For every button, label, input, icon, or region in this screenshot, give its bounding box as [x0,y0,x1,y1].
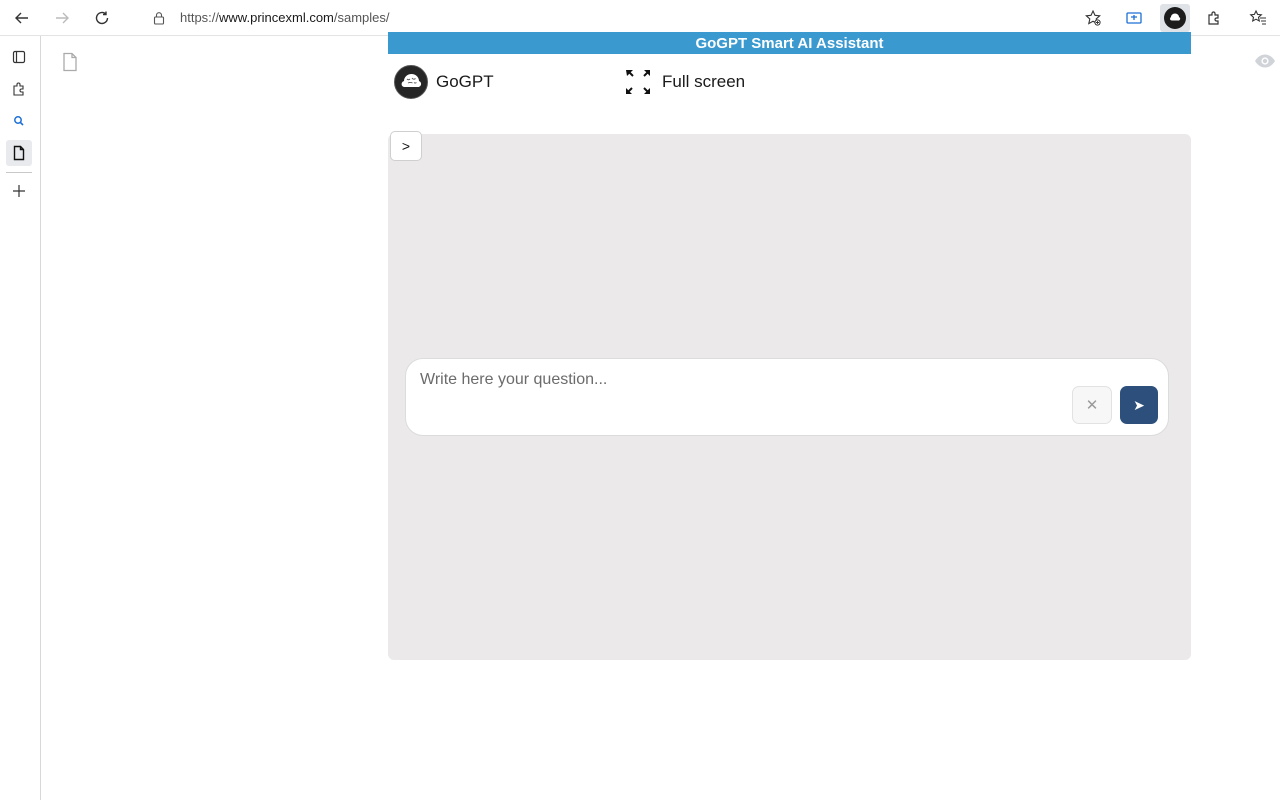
extensions-sidebar-button[interactable] [6,76,32,102]
add-icon [13,185,25,197]
back-button[interactable] [10,6,34,30]
add-button[interactable] [6,178,32,204]
brand-name: GoGPT [436,72,494,91]
gogpt-extension-button[interactable] [1160,4,1190,32]
extensions-button[interactable] [1202,6,1226,30]
forward-button[interactable] [50,6,74,30]
favorites-icon [1249,9,1266,25]
sidebar-divider [6,172,32,173]
eye-icon[interactable] [1254,53,1276,69]
extensions-icon [1208,11,1219,25]
question-input-box: ✕ ➤ [405,358,1169,436]
document-button[interactable] [6,140,32,166]
question-input[interactable] [420,371,1060,421]
gogpt-brand[interactable]: GoGPT [394,64,494,100]
gogpt-extension-icon [1164,7,1186,29]
address-bar[interactable]: https://www.princexml.com/samples/ [128,4,1110,32]
chat-area: > ✕ ➤ [388,131,1191,660]
panel-title: GoGPT Smart AI Assistant [695,34,884,52]
fullscreen-button[interactable]: Full screen [624,68,745,96]
panel-header: GoGPT Smart AI Assistant [388,32,1191,54]
document-icon [13,145,25,161]
favorites-button[interactable] [1246,6,1270,30]
refresh-button[interactable] [90,6,114,30]
fullscreen-label: Full screen [662,72,746,91]
clear-button[interactable]: ✕ [1072,386,1112,424]
forward-icon [56,12,69,24]
tabs-button[interactable] [6,44,32,70]
lock-icon [153,12,165,25]
favorite-add-icon[interactable] [1084,9,1102,27]
vertical-sidebar [0,36,41,800]
extensions-icon [13,82,24,96]
fullscreen-icon [626,70,650,94]
tabs-icon [12,50,26,64]
gogpt-logo-icon [394,65,428,99]
collections-button[interactable] [1122,6,1146,30]
page-document-icon [63,52,77,72]
collections-icon [1126,12,1142,24]
url-text: https://www.princexml.com/samples/ [180,10,390,25]
toggle-sidebar-button[interactable]: > [390,131,422,161]
search-button[interactable] [6,108,32,134]
search-icon [14,116,24,126]
send-button[interactable]: ➤ [1120,386,1158,424]
refresh-icon [95,11,109,25]
browser-toolbar: https://www.princexml.com/samples/ [0,0,1280,36]
back-icon [15,12,28,24]
gogpt-assistant-panel: GoGPT Smart AI Assistant GoGPT Full scre… [388,32,1191,662]
